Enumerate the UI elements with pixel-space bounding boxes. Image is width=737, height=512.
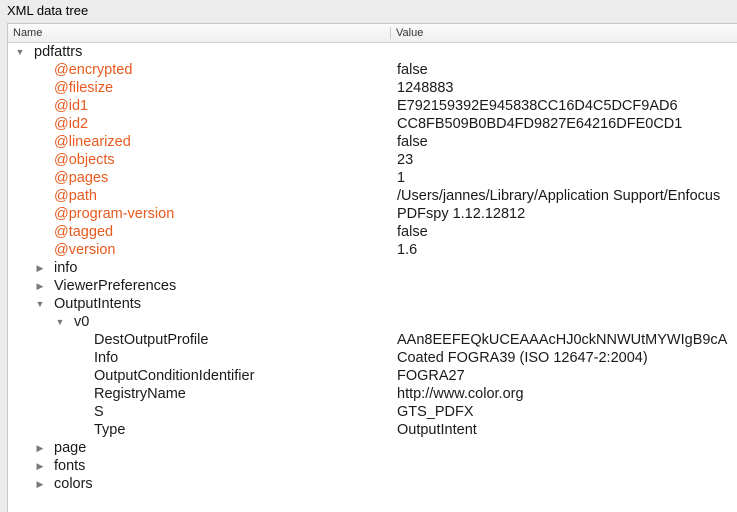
tree-row-element[interactable]: DestOutputProfile AAn8EEFEQkUCEAAAcHJ0ck… [8, 331, 737, 349]
attribute-value: E792159392E945838CC16D4C5DCF9AD6 [397, 98, 678, 114]
tree-node-label: OutputIntents [54, 296, 142, 312]
element-name: DestOutputProfile [94, 332, 209, 348]
attribute-value: /Users/jannes/Library/Application Suppor… [397, 188, 721, 204]
element-name: S [94, 404, 104, 420]
column-divider[interactable] [390, 27, 391, 39]
attribute-value: CC8FB509B0BD4FD9827E64216DFE0CD1 [397, 116, 683, 132]
tree-row-attribute[interactable]: @encrypted false [8, 61, 737, 79]
tree-node-label: ViewerPreferences [54, 278, 177, 294]
tree-row-attribute[interactable]: @filesize 1248883 [8, 79, 737, 97]
tree-row-attribute[interactable]: @objects 23 [8, 151, 737, 169]
tree-rows: ▼ pdfattrs @encrypted false @filesize 12… [8, 43, 737, 493]
attribute-name: @program-version [54, 206, 175, 222]
attribute-value: 1248883 [397, 80, 454, 96]
attribute-name: @filesize [54, 80, 114, 96]
attribute-name: @tagged [54, 224, 114, 240]
element-value: OutputIntent [397, 422, 477, 438]
element-value: GTS_PDFX [397, 404, 474, 420]
attribute-value: PDFspy 1.12.12812 [397, 206, 526, 222]
attribute-name: @path [54, 188, 97, 204]
attribute-name: @version [54, 242, 116, 258]
tree-node-label: info [54, 260, 78, 276]
attribute-value: 1.6 [397, 242, 418, 258]
tree-node-label: pdfattrs [34, 44, 83, 60]
attribute-value: 23 [397, 152, 414, 168]
disclosure-collapsed-icon[interactable]: ▶ [34, 259, 46, 277]
tree-row-colors[interactable]: ▶ colors [8, 475, 737, 493]
disclosure-collapsed-icon[interactable]: ▶ [34, 277, 46, 295]
tree-row-attribute[interactable]: @linearized false [8, 133, 737, 151]
disclosure-collapsed-icon[interactable]: ▶ [34, 439, 46, 457]
tree-node-label: page [54, 440, 87, 456]
tree-row-attribute[interactable]: @path /Users/jannes/Library/Application … [8, 187, 737, 205]
tree-row-viewer-preferences[interactable]: ▶ ViewerPreferences [8, 277, 737, 295]
tree-row-attribute[interactable]: @id1 E792159392E945838CC16D4C5DCF9AD6 [8, 97, 737, 115]
element-name: Info [94, 350, 119, 366]
attribute-value: false [397, 134, 428, 150]
xml-tree-view[interactable]: Name Value ▼ pdfattrs @encrypted false @… [7, 23, 737, 512]
disclosure-expanded-icon[interactable]: ▼ [14, 43, 26, 61]
column-header-name[interactable]: Name [13, 27, 42, 39]
tree-row-page[interactable]: ▶ page [8, 439, 737, 457]
attribute-value: false [397, 224, 428, 240]
tree-row-element[interactable]: RegistryName http://www.color.org [8, 385, 737, 403]
tree-row-fonts[interactable]: ▶ fonts [8, 457, 737, 475]
element-value: Coated FOGRA39 (ISO 12647-2:2004) [397, 350, 648, 366]
column-header-bar: Name Value [8, 24, 737, 43]
element-value: FOGRA27 [397, 368, 465, 384]
attribute-name: @objects [54, 152, 115, 168]
disclosure-expanded-icon[interactable]: ▼ [34, 295, 46, 313]
attribute-name: @linearized [54, 134, 131, 150]
element-name: Type [94, 422, 126, 438]
attribute-value: false [397, 62, 428, 78]
tree-node-label: colors [54, 476, 93, 492]
tree-row-attribute[interactable]: @tagged false [8, 223, 737, 241]
tree-row-element[interactable]: S GTS_PDFX [8, 403, 737, 421]
column-header-value[interactable]: Value [396, 27, 423, 39]
attribute-value: 1 [397, 170, 406, 186]
tree-row-attribute[interactable]: @program-version PDFspy 1.12.12812 [8, 205, 737, 223]
tree-row-attribute[interactable]: @version 1.6 [8, 241, 737, 259]
tree-row-attribute[interactable]: @id2 CC8FB509B0BD4FD9827E64216DFE0CD1 [8, 115, 737, 133]
tree-row-info[interactable]: ▶ info [8, 259, 737, 277]
tree-row-element[interactable]: Type OutputIntent [8, 421, 737, 439]
attribute-name: @id1 [54, 98, 89, 114]
tree-row-pdfattrs[interactable]: ▼ pdfattrs [8, 43, 737, 61]
tree-row-element[interactable]: OutputConditionIdentifier FOGRA27 [8, 367, 737, 385]
disclosure-collapsed-icon[interactable]: ▶ [34, 457, 46, 475]
element-value: http://www.color.org [397, 386, 524, 402]
element-name: RegistryName [94, 386, 186, 402]
tree-row-v0[interactable]: ▼ v0 [8, 313, 737, 331]
disclosure-expanded-icon[interactable]: ▼ [54, 313, 66, 331]
disclosure-collapsed-icon[interactable]: ▶ [34, 475, 46, 493]
tree-row-output-intents[interactable]: ▼ OutputIntents [8, 295, 737, 313]
attribute-name: @pages [54, 170, 109, 186]
window-title: XML data tree [7, 3, 89, 18]
tree-row-element[interactable]: Info Coated FOGRA39 (ISO 12647-2:2004) [8, 349, 737, 367]
element-value: AAn8EEFEQkUCEAAAcHJ0ckNNWUtMYWIgB9cA [397, 332, 728, 348]
attribute-name: @encrypted [54, 62, 133, 78]
element-name: OutputConditionIdentifier [94, 368, 255, 384]
tree-node-label: fonts [54, 458, 86, 474]
attribute-name: @id2 [54, 116, 89, 132]
tree-row-attribute[interactable]: @pages 1 [8, 169, 737, 187]
tree-node-label: v0 [74, 314, 90, 330]
